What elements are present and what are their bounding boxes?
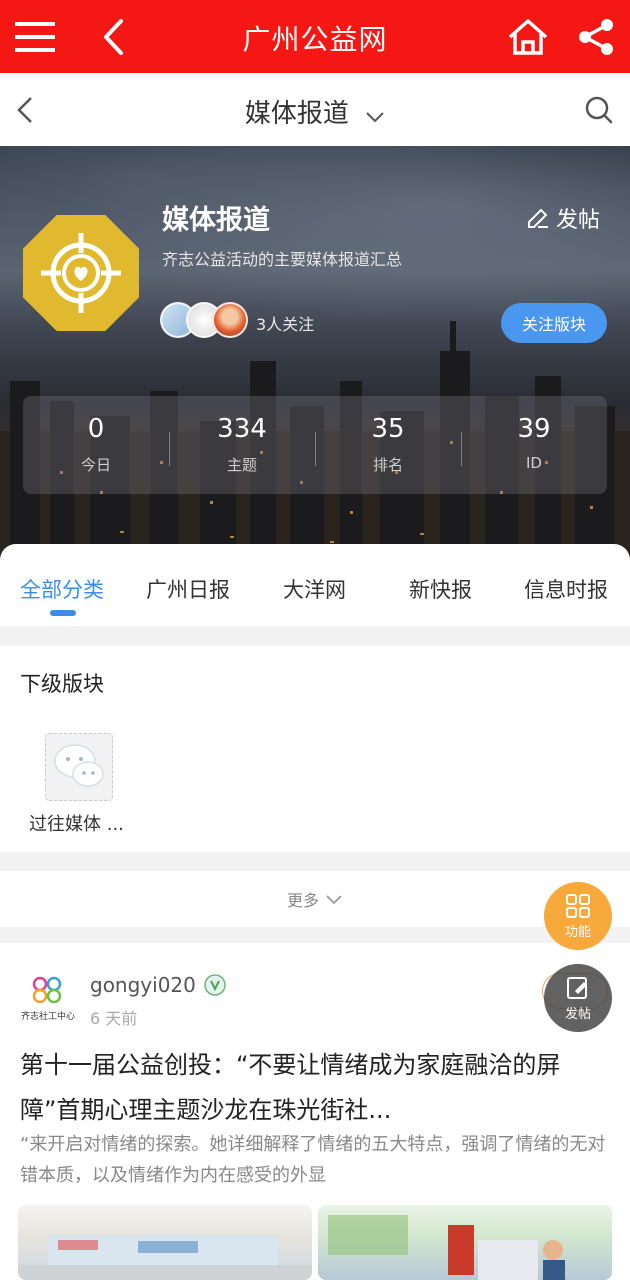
- tab-guangzhou-daily[interactable]: 广州日报: [146, 574, 230, 604]
- forum-logo: [23, 215, 139, 331]
- tab-dayang[interactable]: 大洋网: [283, 574, 346, 604]
- post-fab-label: 发帖: [564, 1006, 591, 1022]
- edit-icon: [527, 208, 548, 228]
- author-avatar[interactable]: 齐志社工中心: [20, 969, 76, 1025]
- function-fab[interactable]: 功能: [544, 882, 612, 950]
- post-fab[interactable]: 发帖: [544, 964, 612, 1032]
- subforum-section: 下级版块 过往媒体 ...: [0, 646, 630, 852]
- stat-value: 35: [371, 414, 405, 444]
- stat-topics: 334 主题: [169, 396, 315, 494]
- stat-value: 334: [217, 414, 267, 444]
- new-post-button[interactable]: 发帖: [526, 202, 600, 234]
- forum-title: 媒体报道: [162, 205, 270, 236]
- app-bar: 广州公益网: [0, 0, 630, 73]
- compose-icon: [567, 976, 587, 999]
- stat-label: ID: [526, 454, 542, 472]
- author-name: gongyi020: [90, 973, 196, 997]
- subforum-heading: 下级版块: [20, 672, 104, 696]
- avatar: [212, 302, 248, 338]
- stat-label: 主题: [226, 456, 257, 474]
- follow-forum-button[interactable]: 关注版块: [501, 303, 607, 343]
- function-label: 功能: [564, 924, 591, 940]
- forum-description: 齐志公益活动的主要媒体报道汇总: [162, 250, 403, 269]
- stat-rank: 35 排名: [315, 396, 461, 494]
- post-card[interactable]: 齐志社工中心 gongyi020 6 天前 第十一届公益创投：“不要让情绪成为家…: [0, 943, 630, 1280]
- target-heart-icon: [41, 233, 121, 313]
- stat-value: 39: [517, 414, 551, 444]
- share-icon[interactable]: [573, 14, 619, 60]
- stat-id: 39 ID: [461, 396, 607, 494]
- post-time: 6 天前: [90, 1009, 138, 1028]
- home-icon[interactable]: [505, 14, 551, 60]
- stat-label: 今日: [80, 456, 111, 474]
- sub-header: 媒体报道: [0, 73, 630, 146]
- forum-stats: 0 今日 334 主题 35 排名 39 ID: [23, 396, 607, 494]
- subforum-item-label[interactable]: 过往媒体 ...: [29, 810, 124, 836]
- tab-all[interactable]: 全部分类: [20, 574, 104, 604]
- post-image[interactable]: [318, 1205, 612, 1280]
- stat-label: 排名: [372, 456, 403, 474]
- chevron-down-icon: [365, 100, 385, 130]
- sub-header-title: 媒体报道: [244, 99, 349, 129]
- post-excerpt: “来开启对情绪的探索。她详细解释了情绪的五大特点，强调了情绪的无对错本质，以及情…: [20, 1134, 606, 1186]
- verified-badge-icon: [204, 974, 226, 996]
- follower-avatars[interactable]: [160, 302, 250, 340]
- chat-bubbles-icon: [54, 744, 104, 787]
- tab-xinkuai[interactable]: 新快报: [409, 574, 472, 604]
- stat-value: 0: [87, 414, 105, 444]
- post-title[interactable]: 第十一届公益创投：“不要让情绪成为家庭融洽的屏障”首期心理主题沙龙在珠光街社..…: [20, 1043, 615, 1133]
- org-name: 齐志社工中心: [20, 1012, 75, 1022]
- more-button[interactable]: 更多: [0, 871, 630, 927]
- tab-xinxi-times[interactable]: 信息时报: [524, 574, 608, 604]
- chevron-down-icon: [326, 894, 342, 904]
- active-tab-indicator: [50, 610, 76, 616]
- forum-hero: 媒体报道 齐志公益活动的主要媒体报道汇总 发帖 3人关注 关注版块 0 今日 3…: [0, 146, 630, 561]
- followers-count: 3人关注: [256, 315, 315, 334]
- more-label: 更多: [286, 891, 319, 910]
- search-icon[interactable]: [576, 87, 622, 133]
- new-post-label: 发帖: [555, 208, 600, 233]
- grid-icon: [566, 893, 590, 918]
- category-tabs: 全部分类 广州日报 大洋网 新快报 信息时报: [0, 544, 630, 626]
- post-image[interactable]: [18, 1205, 312, 1280]
- stat-today: 0 今日: [23, 396, 169, 494]
- author-name-row[interactable]: gongyi020: [90, 973, 226, 997]
- forum-switcher[interactable]: 媒体报道: [0, 93, 630, 130]
- subforum-item-icon[interactable]: [45, 733, 113, 801]
